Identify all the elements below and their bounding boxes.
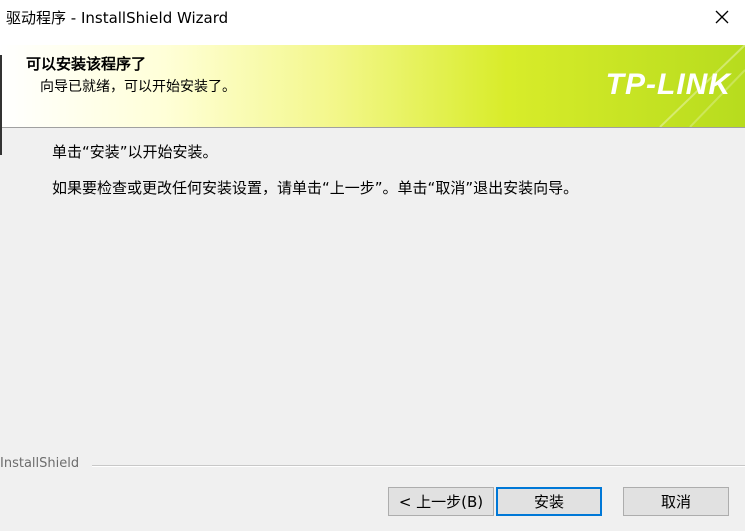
header-banner: 可以安装该程序了 向导已就绪，可以开始安装了。 TP-LINK xyxy=(0,45,745,128)
cancel-button[interactable]: 取消 xyxy=(623,487,729,516)
back-button-label: < 上一步(B) xyxy=(398,493,484,511)
window-title: 驱动程序 - InstallShield Wizard xyxy=(6,9,229,27)
back-button[interactable]: < 上一步(B) xyxy=(388,487,494,516)
tp-link-logo: TP-LINK xyxy=(606,68,731,102)
banner-title: 可以安装该程序了 xyxy=(26,55,147,73)
install-button[interactable]: 安装 xyxy=(496,487,602,516)
cancel-button-label: 取消 xyxy=(660,493,691,511)
instruction-line-2: 如果要检查或更改任何安装设置，请单击“上一步”。单击“取消”退出安装向导。 xyxy=(52,179,579,197)
window-left-edge xyxy=(0,55,2,155)
close-icon xyxy=(715,10,729,23)
installshield-brand: InstallShield xyxy=(0,456,80,471)
install-button-label: 安装 xyxy=(533,493,564,511)
footer-separator xyxy=(92,465,745,467)
logo-text: TP-LINK xyxy=(605,68,731,101)
instruction-line-1: 单击“安装”以开始安装。 xyxy=(52,143,218,161)
title-underline xyxy=(0,33,745,45)
title-bar: 驱动程序 - InstallShield Wizard xyxy=(0,0,745,33)
close-button[interactable] xyxy=(699,0,745,33)
banner-subtitle: 向导已就绪，可以开始安装了。 xyxy=(40,79,236,95)
